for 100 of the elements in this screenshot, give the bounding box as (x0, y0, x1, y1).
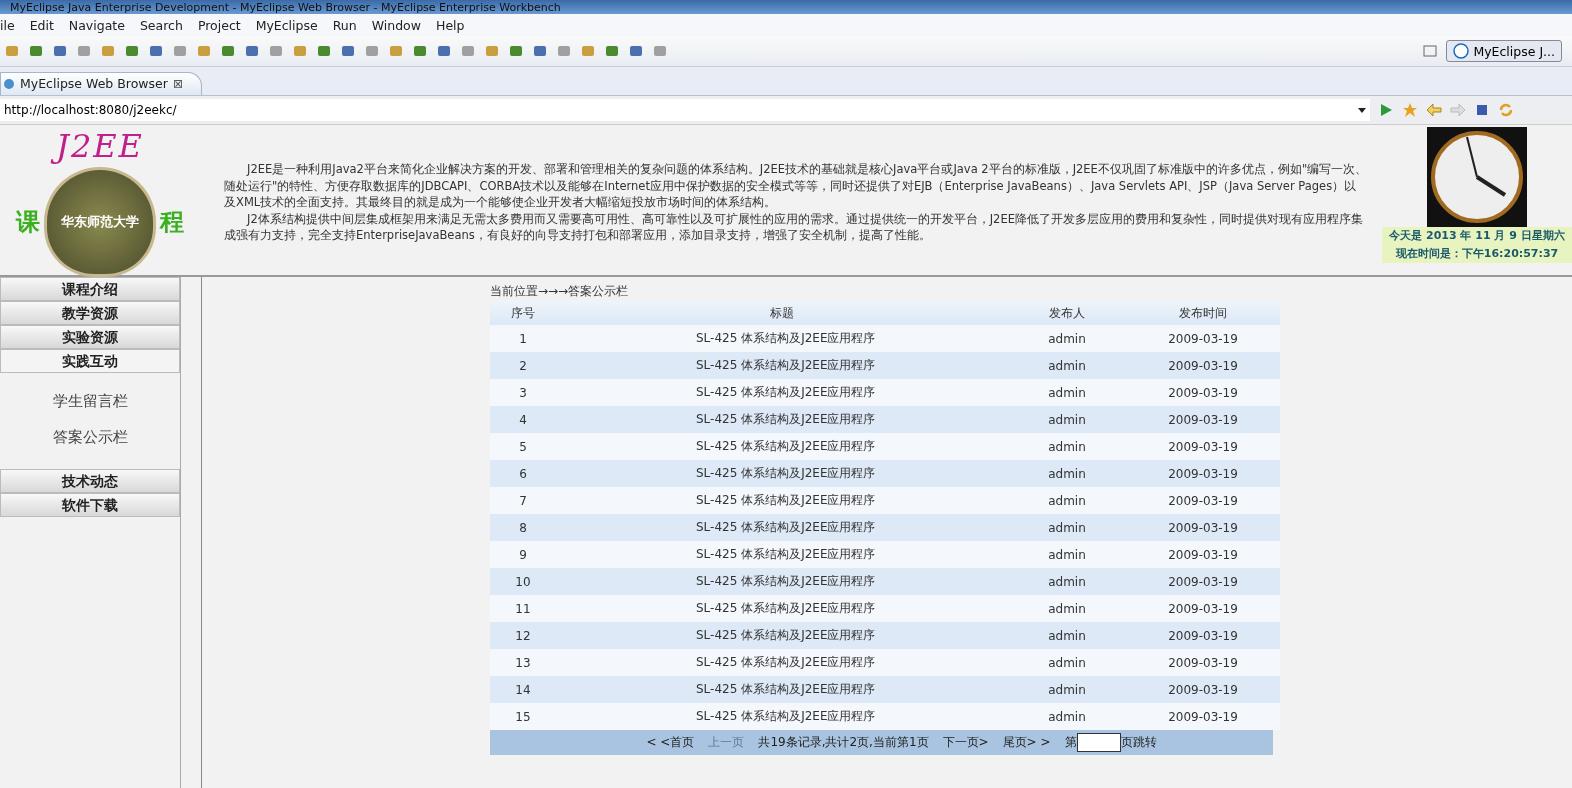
table-cell[interactable]: SL-425 体系结构及J2EE应用程序 (556, 406, 1008, 433)
table-cell: 15 (490, 703, 556, 730)
menu-item[interactable]: Navigate (61, 17, 133, 33)
table-cell: admin (1008, 649, 1126, 676)
table-cell[interactable]: SL-425 体系结构及J2EE应用程序 (556, 595, 1008, 622)
table-cell[interactable]: SL-425 体系结构及J2EE应用程序 (556, 460, 1008, 487)
window-title: MyEclipse Java Enterprise Development - MyEclipse Web Browser - MyEclipse Enterprise Workbench (10, 0, 561, 14)
sidebar-item[interactable]: 软件下载 (0, 493, 180, 517)
table-cell: admin (1008, 325, 1126, 352)
table-cell: 2009-03-19 (1126, 622, 1280, 649)
menu-item[interactable]: Run (325, 17, 365, 33)
logo-title: J2EE (48, 125, 152, 167)
go-icon[interactable] (1378, 102, 1394, 118)
table-cell[interactable]: SL-425 体系结构及J2EE应用程序 (556, 622, 1008, 649)
menu-item[interactable]: Search (132, 17, 191, 33)
table-cell: admin (1008, 568, 1126, 595)
goto-label: 第 (1064, 734, 1077, 751)
table-cell: admin (1008, 460, 1126, 487)
close-button[interactable]: ⊠ (172, 76, 183, 91)
table-cell: admin (1008, 541, 1126, 568)
table-cell: 2009-03-19 (1126, 325, 1280, 352)
menu-item[interactable]: Window (364, 17, 429, 33)
column-header: 序号 (490, 301, 556, 325)
breadcrumb: 当前位置→→→答案公示栏 (490, 283, 630, 300)
page-input[interactable] (1076, 733, 1121, 752)
sidebar-subitem[interactable]: 答案公示栏 (0, 419, 180, 455)
menu-item[interactable]: MyEclipse (248, 17, 326, 33)
table-cell: 13 (490, 649, 556, 676)
sidebar-item[interactable]: 实验资源 (0, 325, 180, 349)
date-text: 今天是 2013 年 11 月 9 日星期六 (1382, 227, 1572, 245)
university-emblem: 华东师范大学 (44, 167, 156, 277)
table-cell: 2009-03-19 (1126, 460, 1280, 487)
table-cell[interactable]: SL-425 体系结构及J2EE应用程序 (556, 379, 1008, 406)
table-cell: admin (1008, 433, 1126, 460)
table-cell: 2009-03-19 (1126, 568, 1280, 595)
url-field[interactable]: http://localhost:8080/j2eekc/ (0, 99, 1354, 121)
table-cell[interactable]: SL-425 体系结构及J2EE应用程序 (556, 703, 1008, 730)
sidebar-item[interactable]: 教学资源 (0, 301, 180, 325)
menu-item[interactable]: ile (0, 17, 23, 33)
table-cell[interactable]: SL-425 体系结构及J2EE应用程序 (556, 514, 1008, 541)
table-cell: admin (1008, 487, 1126, 514)
table-cell: 2 (490, 352, 556, 379)
stop-icon[interactable] (1474, 102, 1490, 118)
table-cell: 2009-03-19 (1126, 352, 1280, 379)
perspective-button[interactable]: MyEclipse J... (1446, 40, 1562, 62)
intro-paragraph: J2体系结构提供中间层集成框架用来满足无需太多费用而又需要高可用性、高可靠性以及可扩展性的应用的需求。通过提供统一的开发平台，J2EE降低了开发多层应用的费用和复杂性，同时提供对现有应用程序集成强有力支持，完全支持EnterpriseJavaBeans，有良好的向导支持打包和部署应用，添加目录支持，增强了安全机制，提高了性能。 (224, 210, 1364, 244)
table-cell[interactable]: SL-425 体系结构及J2EE应用程序 (556, 487, 1008, 514)
table-cell: 2009-03-19 (1126, 514, 1280, 541)
table-cell[interactable]: SL-425 体系结构及J2EE应用程序 (556, 676, 1008, 703)
column-header: 标题 (556, 301, 1008, 325)
sidebar-item[interactable]: 实践互动 (0, 349, 180, 373)
table-cell: admin (1008, 676, 1126, 703)
table-cell: admin (1008, 406, 1126, 433)
menu-item[interactable]: Project (190, 17, 249, 33)
table-cell[interactable]: SL-425 体系结构及J2EE应用程序 (556, 541, 1008, 568)
table-cell: 2009-03-19 (1126, 379, 1280, 406)
table-cell: 2009-03-19 (1126, 433, 1280, 460)
table-cell: 4 (490, 406, 556, 433)
logo-text: 课 (16, 207, 40, 238)
table-cell: 2009-03-19 (1126, 649, 1280, 676)
sidebar-subitem[interactable]: 学生留言栏 (0, 383, 180, 419)
table-cell: admin (1008, 352, 1126, 379)
table-cell: 6 (490, 460, 556, 487)
table-cell[interactable]: SL-425 体系结构及J2EE应用程序 (556, 649, 1008, 676)
table-cell: 3 (490, 379, 556, 406)
column-header: 发布时间 (1126, 301, 1280, 325)
time-text: 现在时间是：下午16:20:57:37 (1382, 245, 1572, 263)
dropdown-icon[interactable] (1354, 99, 1370, 121)
table-cell[interactable]: SL-425 体系结构及J2EE应用程序 (556, 568, 1008, 595)
page-link[interactable]: < <首页 (646, 734, 695, 751)
table-cell: 2009-03-19 (1126, 676, 1280, 703)
table-cell[interactable]: SL-425 体系结构及J2EE应用程序 (556, 352, 1008, 379)
table-cell: 2009-03-19 (1126, 703, 1280, 730)
table-cell: 1 (490, 325, 556, 352)
table-cell: 11 (490, 595, 556, 622)
menu-item[interactable]: Help (429, 17, 473, 33)
table-cell: 2009-03-19 (1126, 487, 1280, 514)
table-cell[interactable]: SL-425 体系结构及J2EE应用程序 (556, 325, 1008, 352)
sidebar-item[interactable]: 技术动态 (0, 469, 180, 493)
page-link[interactable]: 尾页> > (1002, 734, 1051, 751)
table-cell: 10 (490, 568, 556, 595)
column-header: 发布人 (1008, 301, 1126, 325)
sidebar-item[interactable]: 课程介绍 (0, 277, 180, 301)
table-cell: admin (1008, 703, 1126, 730)
table-cell: 2009-03-19 (1126, 406, 1280, 433)
table-cell[interactable]: SL-425 体系结构及J2EE应用程序 (556, 433, 1008, 460)
table-cell: 9 (490, 541, 556, 568)
editor-tab[interactable]: MyEclipse Web Browser ⊠ (0, 72, 202, 95)
table-cell: 2009-03-19 (1126, 595, 1280, 622)
table-cell: 2009-03-19 (1126, 541, 1280, 568)
menu-item[interactable]: Edit (22, 17, 62, 33)
table-cell: admin (1008, 514, 1126, 541)
page-summary: 共19条记录,共计2页,当前第1页 (758, 734, 929, 751)
table-cell: 8 (490, 514, 556, 541)
table-cell: admin (1008, 622, 1126, 649)
table-cell: 5 (490, 433, 556, 460)
table-cell: admin (1008, 379, 1126, 406)
table-cell: 12 (490, 622, 556, 649)
page-link[interactable]: 下一页> (942, 734, 989, 751)
table-cell: admin (1008, 595, 1126, 622)
